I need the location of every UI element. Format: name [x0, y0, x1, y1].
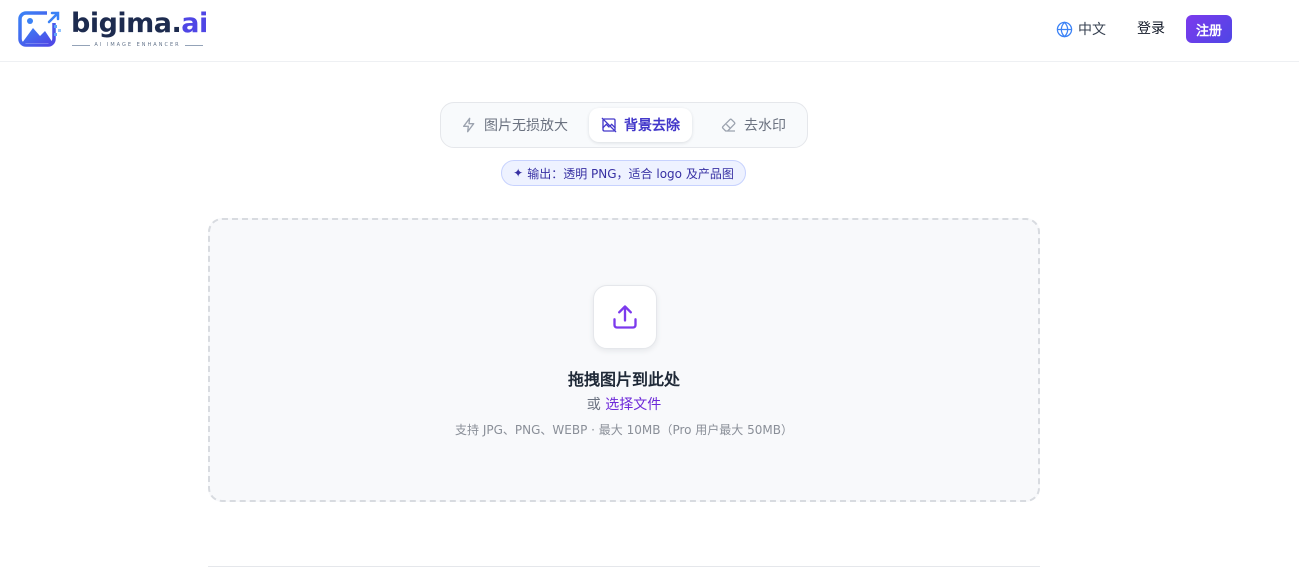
signup-button[interactable]: 注册: [1186, 15, 1232, 43]
dropzone-format-note: 支持 JPG、PNG、WEBP · 最大 10MB（Pro 用户最大 50MB）: [455, 423, 793, 437]
bolt-icon: [463, 117, 475, 133]
sparkle-icon: ✦: [513, 166, 524, 180]
upload-dropzone[interactable]: 拖拽图片到此处 或 选择文件 支持 JPG、PNG、WEBP · 最大 10MB…: [208, 218, 1040, 502]
logo-tagline: AI IMAGE ENHANCER: [72, 42, 203, 48]
section-divider: [208, 566, 1040, 567]
tab-label: 去水印: [744, 118, 786, 134]
globe-icon: [1056, 21, 1073, 37]
logo-icon: [18, 11, 61, 47]
tab-label: 图片无损放大: [484, 118, 568, 134]
logo-wordmark: bigima.ai: [71, 8, 208, 39]
login-link[interactable]: 登录: [1137, 19, 1165, 39]
top-nav: bigima.ai AI IMAGE ENHANCER 中文 登录 注册: [0, 0, 1299, 62]
choose-file-link[interactable]: 选择文件: [605, 397, 661, 413]
mode-tabs: 图片无损放大 背景去除 去水印: [440, 102, 808, 148]
image-off-icon: [601, 117, 617, 133]
tab-remove-background[interactable]: 背景去除: [589, 108, 692, 142]
logo[interactable]: bigima.ai AI IMAGE ENHANCER: [18, 8, 208, 53]
upload-icon: [613, 305, 637, 329]
language-label: 中文: [1078, 22, 1106, 38]
language-switcher[interactable]: 中文: [1056, 19, 1106, 39]
dropzone-title: 拖拽图片到此处: [567, 370, 680, 389]
dropzone-or-line: 或 选择文件: [586, 397, 662, 413]
eraser-icon: [721, 118, 736, 132]
output-hint-text: 输出：透明 PNG，适合 logo 及产品图: [527, 166, 734, 181]
tab-remove-watermark[interactable]: 去水印: [709, 108, 798, 142]
output-hint-badge: ✦ 输出：透明 PNG，适合 logo 及产品图: [501, 160, 746, 186]
upload-button[interactable]: [593, 285, 657, 349]
tab-label: 背景去除: [624, 118, 680, 134]
tab-upscale[interactable]: 图片无损放大: [449, 108, 580, 142]
